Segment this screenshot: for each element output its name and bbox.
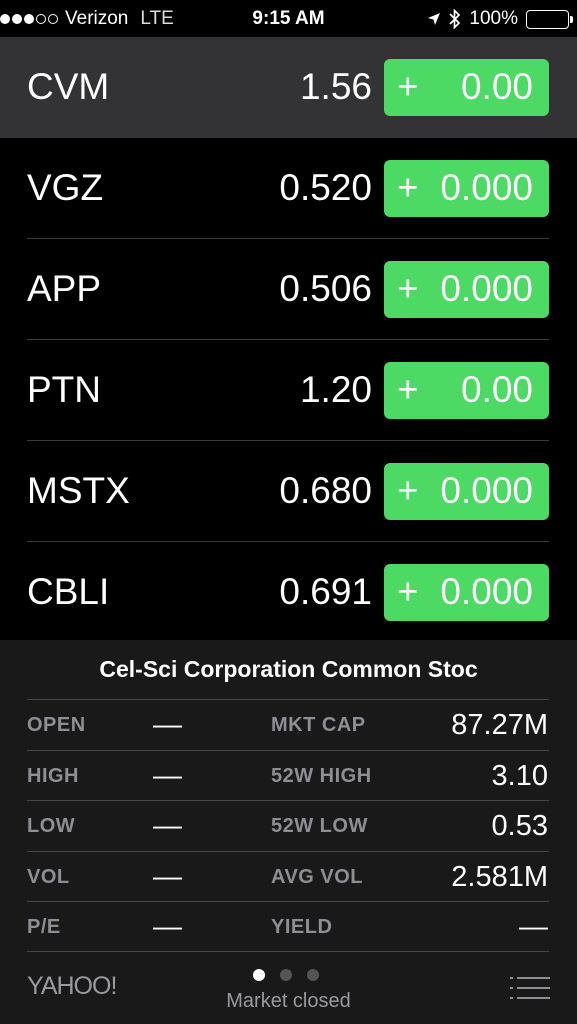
stat-label: YIELD	[271, 916, 333, 938]
location-arrow-icon	[428, 13, 441, 25]
stock-detail-panel[interactable]: Cel-Sci Corporation Common Stoc OPEN — M…	[0, 640, 577, 1024]
change-value: 0.000	[440, 167, 533, 208]
stock-row[interactable]: CVM 1.56 + 0.00	[0, 37, 577, 138]
stat-label: HIGH	[27, 764, 79, 787]
stock-list: CVM 1.56 + 0.00 VGZ 0.520 + 0.000 APP 0.…	[0, 37, 577, 643]
stat-value: —	[153, 810, 182, 842]
page-dot	[280, 969, 292, 981]
stat-value: —	[519, 911, 548, 943]
market-status: Market closed	[226, 990, 351, 1012]
stock-price: 1.56	[299, 66, 372, 107]
stat-label: AVG VOL	[271, 865, 364, 888]
page-indicator[interactable]	[253, 969, 319, 981]
stock-row[interactable]: PTN 1.20 + 0.00	[0, 340, 577, 441]
change-sign: +	[397, 66, 419, 107]
stock-row[interactable]: CBLI 0.691 + 0.000	[0, 542, 577, 643]
stat-row: OPEN — MKT CAP 87.27M	[27, 699, 549, 750]
change-value: 0.00	[460, 369, 533, 410]
battery-icon	[526, 9, 573, 29]
page-dot	[253, 969, 265, 981]
stock-symbol: CBLI	[27, 571, 110, 612]
change-sign: +	[397, 167, 419, 208]
stat-row: LOW — 52W LOW 0.53	[27, 800, 549, 851]
status-bar: Verizon LTE 9:15 AM 100%	[0, 0, 577, 37]
list-menu-icon[interactable]	[510, 976, 550, 1000]
stat-label: MKT CAP	[271, 714, 366, 736]
change-value: 0.000	[440, 571, 533, 612]
stat-value: 2.581M	[451, 860, 548, 893]
stat-value: —	[153, 709, 182, 741]
stock-change-button[interactable]: + 0.00	[384, 59, 549, 116]
stock-symbol: CVM	[27, 66, 110, 107]
stat-row: HIGH — 52W HIGH 3.10	[27, 749, 549, 801]
stock-row[interactable]: VGZ 0.520 + 0.000	[0, 138, 577, 239]
stock-row[interactable]: MSTX 0.680 + 0.000	[0, 441, 577, 542]
stock-change-button[interactable]: + 0.000	[384, 564, 549, 621]
change-value: 0.00	[460, 66, 533, 107]
stats-table: OPEN — MKT CAP 87.27M HIGH — 52W HIGH 3.…	[27, 699, 549, 952]
stat-value: —	[153, 911, 182, 943]
change-value: 0.000	[440, 470, 533, 511]
stock-symbol: VGZ	[27, 167, 104, 208]
stat-value: —	[153, 860, 182, 893]
stock-price: 1.20	[299, 369, 372, 410]
stock-change-button[interactable]: + 0.00	[384, 362, 549, 419]
company-name: Cel-Sci Corporation Common Stoc	[99, 656, 478, 682]
stat-row: VOL — AVG VOL 2.581M	[27, 850, 549, 902]
stock-change-button[interactable]: + 0.000	[384, 261, 549, 318]
stock-row[interactable]: APP 0.506 + 0.000	[0, 239, 577, 340]
change-value: 0.000	[440, 268, 533, 309]
change-sign: +	[397, 470, 419, 511]
stat-label: 52W LOW	[271, 815, 368, 837]
stat-label: P/E	[27, 916, 61, 938]
change-sign: +	[397, 268, 419, 309]
stat-value: 3.10	[491, 759, 548, 792]
stat-label: OPEN	[27, 714, 86, 736]
stock-price: 0.691	[279, 571, 372, 612]
stock-symbol: PTN	[27, 369, 101, 410]
stock-price: 0.680	[279, 470, 372, 511]
stat-value: 87.27M	[451, 709, 548, 741]
stat-row: P/E — YIELD —	[27, 901, 549, 952]
stock-symbol: MSTX	[27, 470, 130, 511]
stat-label: 52W HIGH	[271, 764, 372, 787]
stat-value: —	[153, 759, 182, 792]
page-dot	[307, 969, 319, 981]
stock-change-button[interactable]: + 0.000	[384, 160, 549, 217]
stat-label: VOL	[27, 865, 70, 888]
stock-change-button[interactable]: + 0.000	[384, 463, 549, 520]
stock-price: 0.520	[279, 167, 372, 208]
change-sign: +	[397, 571, 419, 612]
battery-percent: 100%	[469, 8, 518, 29]
stock-price: 0.506	[279, 268, 372, 309]
stat-value: 0.53	[491, 810, 548, 842]
stock-symbol: APP	[27, 268, 102, 309]
stat-label: LOW	[27, 815, 76, 837]
bluetooth-icon	[449, 9, 461, 29]
change-sign: +	[397, 369, 419, 410]
status-right: 100%	[427, 8, 573, 30]
